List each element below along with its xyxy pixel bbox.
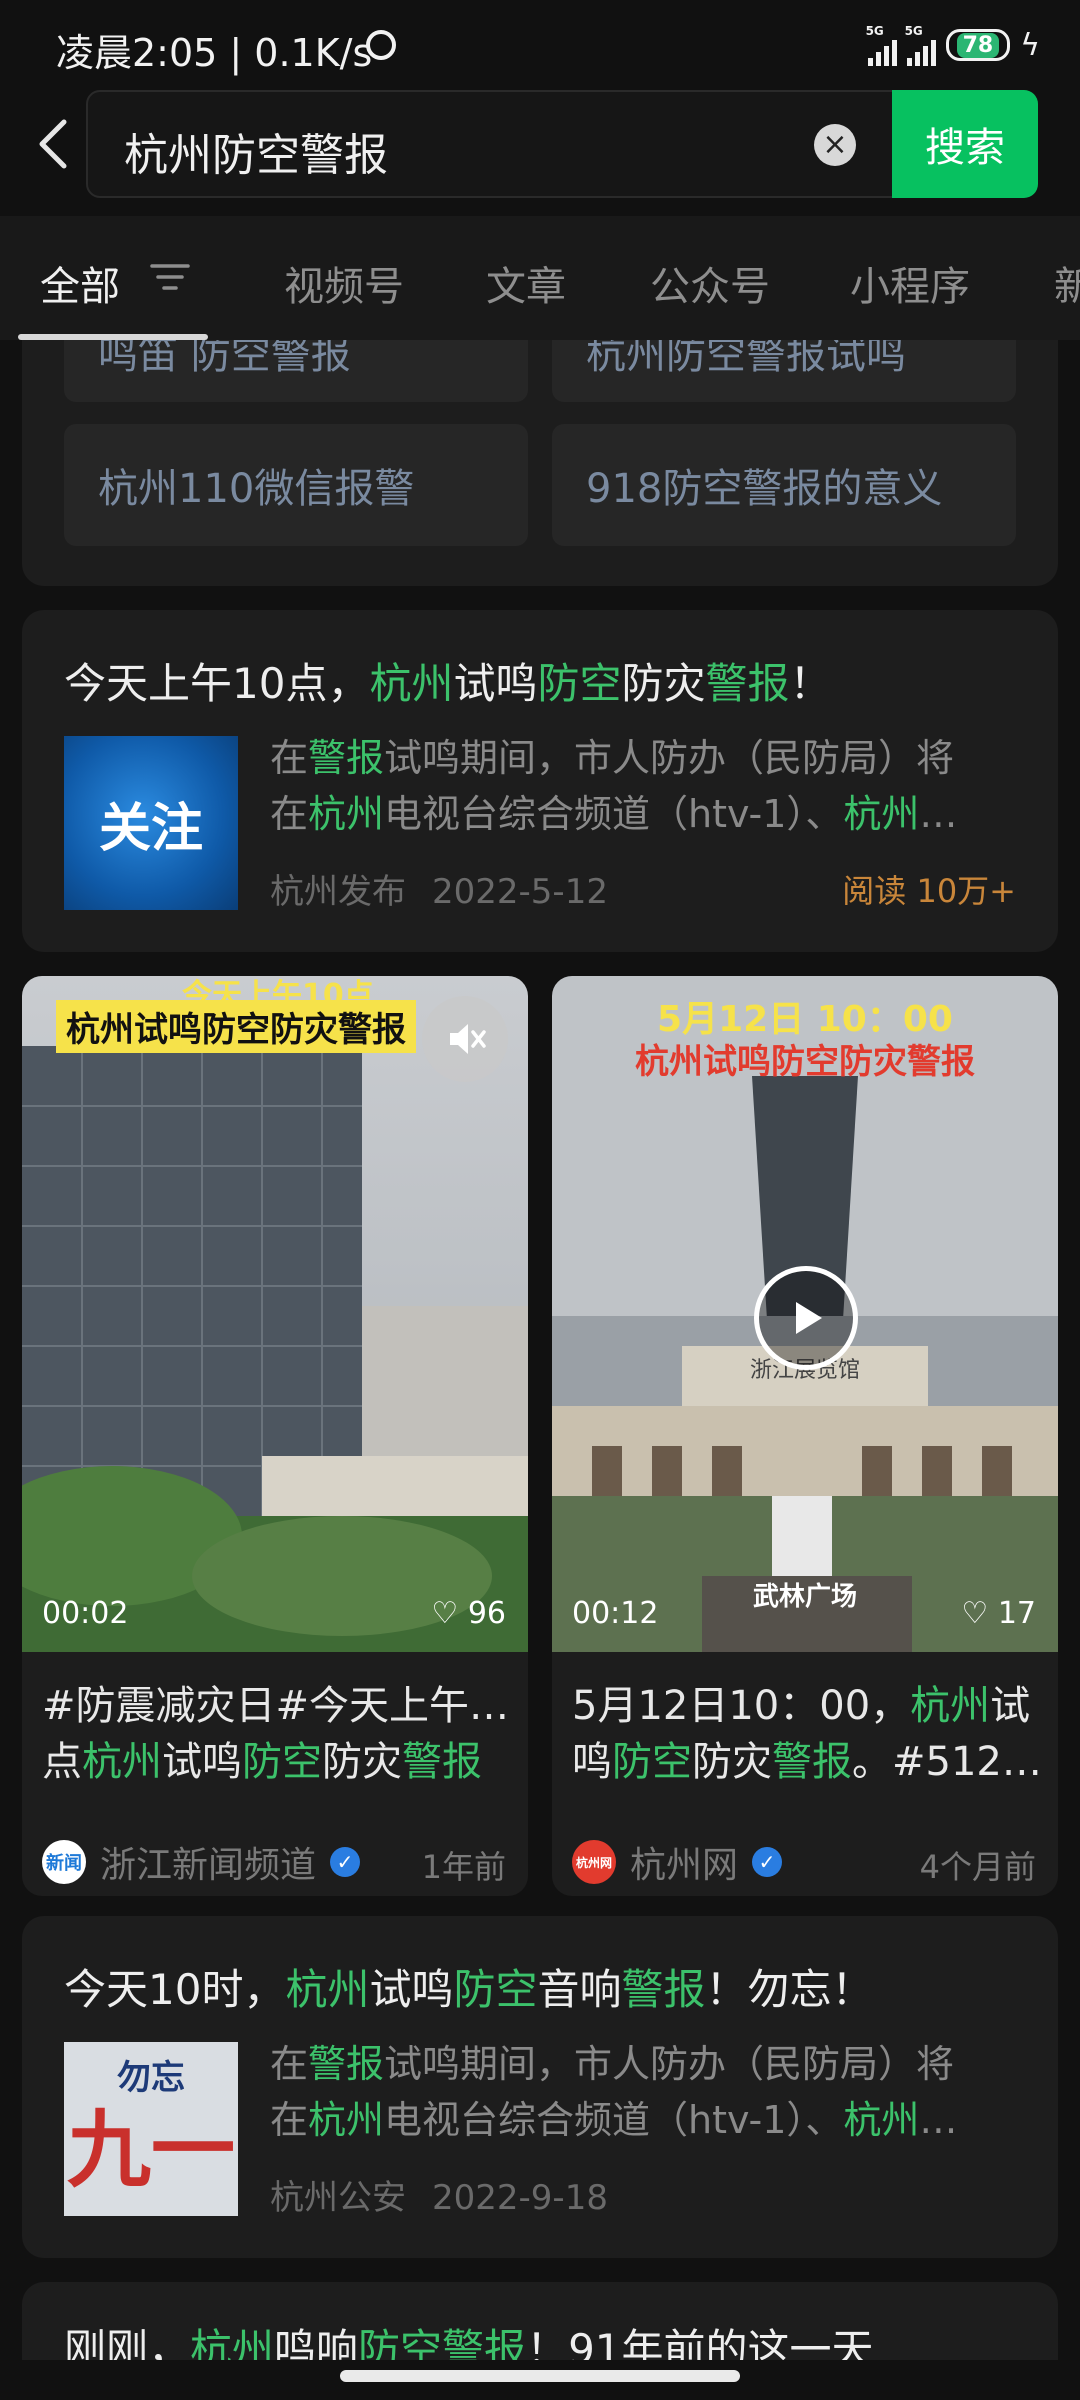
article-snippet: 在警报试鸣期间，市人防办（民防局）将 在杭州电视台综合频道（htv-1）、杭州… <box>270 2042 958 2142</box>
status-time: 凌晨2:05 | 0.1K/s <box>56 31 373 75</box>
related-searches-card: 鸣笛 防空警报 杭州防空警报试鸣 杭州110微信报警 918防空警报的意义 <box>22 340 1058 586</box>
article-result[interactable]: 刚刚，杭州鸣响防空警报！91年前的这一天 <box>22 2282 1058 2360</box>
related-search-chip[interactable]: 918防空警报的意义 <box>552 424 1016 546</box>
video-thumbnail[interactable]: 5月12日 10：00 杭州试鸣防空防灾警报 浙江展览馆 武林广场 00:12 … <box>552 976 1058 1652</box>
mute-icon[interactable] <box>422 996 508 1082</box>
status-icons: 5G 5G 78 ϟ <box>866 24 1040 66</box>
tab-all[interactable]: 全部 <box>40 254 120 312</box>
signal-icon: 5G <box>866 24 897 66</box>
related-search-chip[interactable]: 杭州110微信报警 <box>64 424 528 546</box>
article-title[interactable]: 今天10时，杭州试鸣防空音响警报！勿忘！ <box>64 1956 874 2017</box>
video-age: 4个月前 <box>919 1848 1036 1886</box>
video-author[interactable]: 杭州网 杭州网 ✓ <box>572 1836 783 1888</box>
article-source: 杭州发布 <box>270 872 406 912</box>
video-title[interactable]: 5月12日10：00，杭州试 鸣防空防灾警报。#512… <box>572 1678 1042 1790</box>
search-input[interactable]: 杭州防空警报 × <box>86 90 894 198</box>
play-icon[interactable] <box>754 1266 858 1370</box>
charging-icon: ϟ <box>1020 27 1040 63</box>
filter-icon[interactable] <box>150 262 190 292</box>
article-date: 2022-5-12 <box>432 872 608 912</box>
tab-channels[interactable]: 视频号 <box>284 254 404 312</box>
back-arrow-icon[interactable] <box>36 118 70 170</box>
avatar: 杭州网 <box>572 1840 616 1884</box>
article-meta: 杭州公安 2022-9-18 <box>270 2170 634 2219</box>
article-thumbnail: 勿忘 九一 <box>64 2042 238 2216</box>
related-search-chip[interactable]: 鸣笛 防空警报 <box>64 340 528 402</box>
verified-icon: ✓ <box>330 1847 361 1877</box>
clear-icon[interactable]: × <box>814 124 856 166</box>
article-source: 杭州公安 <box>270 2178 406 2218</box>
heart-icon: ♡ <box>431 1596 468 1631</box>
status-bar: 凌晨2:05 | 0.1K/s 5G 5G 78 ϟ <box>0 0 1080 88</box>
avatar: 新闻 <box>42 1840 86 1884</box>
video-caption: 杭州试鸣防空防灾警报 <box>56 1000 416 1053</box>
article-meta: 杭州发布 2022-5-12 <box>270 864 634 913</box>
tab-accounts[interactable]: 公众号 <box>650 254 770 312</box>
video-thumbnail[interactable]: 今天上午10点 杭州试鸣防空防灾警报 00:02 ♡ 96 <box>22 976 528 1652</box>
article-result[interactable]: 今天10时，杭州试鸣防空音响警报！勿忘！ 勿忘 九一 在警报试鸣期间，市人防办（… <box>22 1916 1058 2258</box>
tab-news[interactable]: 新 <box>1054 254 1080 312</box>
video-age: 1年前 <box>421 1848 506 1886</box>
video-duration: 00:12 <box>572 1596 659 1631</box>
article-title[interactable]: 今天上午10点，杭州试鸣防空防灾警报！ <box>64 650 832 711</box>
battery-level: 78 <box>956 32 1000 58</box>
signal-icon-2: 5G <box>905 24 936 66</box>
article-reads: 阅读 10万+ <box>842 872 1016 910</box>
home-indicator[interactable] <box>340 2370 740 2382</box>
article-thumbnail: 关注 <box>64 736 238 910</box>
video-caption: 杭州试鸣防空防灾警报 <box>635 1042 975 1082</box>
battery-icon: 78 <box>945 29 1011 61</box>
article-snippet: 在警报试鸣期间，市人防办（民防局）将 在杭州电视台综合频道（htv-1）、杭州… <box>270 736 958 836</box>
video-author[interactable]: 新闻 浙江新闻频道 ✓ <box>42 1836 361 1888</box>
article-date: 2022-9-18 <box>432 2178 608 2218</box>
article-title[interactable]: 刚刚，杭州鸣响防空警报！91年前的这一天 <box>64 2316 874 2360</box>
video-duration: 00:02 <box>42 1596 129 1631</box>
video-result[interactable]: 5月12日 10：00 杭州试鸣防空防灾警报 浙江展览馆 武林广场 00:12 … <box>552 976 1058 1896</box>
video-title[interactable]: #防震减灾日#今天上午10 点杭州试鸣防空防灾警报 <box>42 1678 512 1790</box>
video-likes: ♡ 96 <box>431 1596 506 1631</box>
heart-icon: ♡ <box>961 1596 998 1631</box>
results-list[interactable]: 鸣笛 防空警报 杭州防空警报试鸣 杭州110微信报警 918防空警报的意义 今天… <box>0 340 1080 2360</box>
related-search-chip[interactable]: 杭州防空警报试鸣 <box>552 340 1016 402</box>
alarm-icon <box>366 30 396 60</box>
video-likes: ♡ 17 <box>961 1596 1036 1631</box>
article-result[interactable]: 今天上午10点，杭州试鸣防空防灾警报！ 关注 在警报试鸣期间，市人防办（民防局）… <box>22 610 1058 952</box>
search-button[interactable]: 搜索 <box>892 90 1038 198</box>
verified-icon: ✓ <box>752 1847 783 1877</box>
tab-articles[interactable]: 文章 <box>486 254 566 312</box>
video-result[interactable]: 今天上午10点 杭州试鸣防空防灾警报 00:02 ♡ 96 #防震减灾日#今天上… <box>22 976 528 1896</box>
tab-miniprograms[interactable]: 小程序 <box>850 254 970 312</box>
search-query: 杭州防空警报 <box>124 130 388 181</box>
